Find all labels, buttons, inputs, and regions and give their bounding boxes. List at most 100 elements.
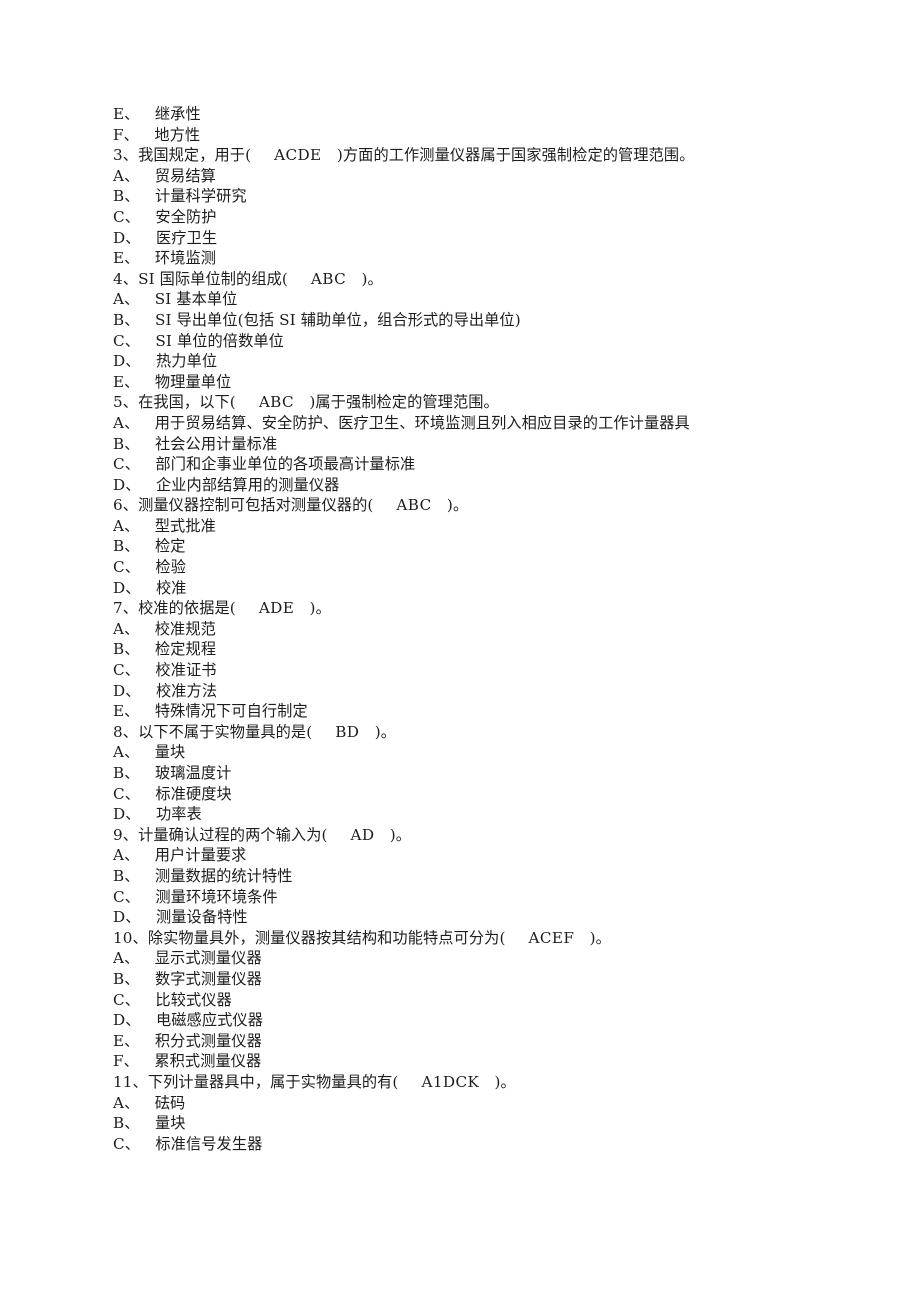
answer-option: E、 物理量单位 bbox=[113, 372, 813, 393]
answer-option: C、 校准证书 bbox=[113, 660, 813, 681]
option-text: 校准方法 bbox=[155, 681, 218, 700]
option-text: 地方性 bbox=[154, 125, 201, 144]
answer-option: B、 检定 bbox=[113, 536, 813, 557]
option-text: 功率表 bbox=[155, 805, 202, 824]
answer-option: B、 计量科学研究 bbox=[113, 186, 813, 207]
option-label: E、 bbox=[113, 372, 140, 391]
option-text: 显示式测量仪器 bbox=[154, 949, 262, 968]
answer-option: B、 玻璃温度计 bbox=[113, 763, 813, 784]
question-number: 4、 bbox=[113, 269, 139, 288]
option-label: E、 bbox=[113, 702, 140, 721]
option-text: 玻璃温度计 bbox=[154, 764, 232, 782]
question-number: 7、 bbox=[113, 599, 139, 618]
option-text: 企业内部结算用的测量仪器 bbox=[155, 475, 340, 494]
answer-key: BD bbox=[335, 722, 360, 741]
answer-option: A、 用户计量要求 bbox=[113, 845, 813, 866]
option-text: 特殊情况下可自行制定 bbox=[154, 702, 308, 721]
option-text: 继承性 bbox=[154, 105, 201, 123]
question-number: 8、 bbox=[113, 722, 139, 741]
answer-option: B、 社会公用计量标准 bbox=[113, 434, 813, 455]
question-text-after-answer: )。 bbox=[361, 269, 383, 288]
option-text: 检验 bbox=[155, 558, 186, 577]
answer-key: ACDE bbox=[274, 146, 322, 165]
answer-option: C、 标准信号发生器 bbox=[113, 1134, 813, 1155]
question-number: 10、 bbox=[113, 928, 148, 947]
answer-option: D、 热力单位 bbox=[113, 351, 813, 372]
question-text-after-answer: )方面的工作测量仪器属于国家强制检定的管理范围。 bbox=[336, 146, 695, 165]
option-text: 部门和企事业单位的各项最高计量标准 bbox=[155, 455, 416, 474]
option-text: 校准 bbox=[155, 578, 187, 597]
option-text: 量块 bbox=[154, 743, 186, 762]
option-text: 测量数据的统计特性 bbox=[154, 866, 293, 885]
option-text: 环境监测 bbox=[154, 249, 217, 268]
option-label: C、 bbox=[113, 784, 141, 803]
answer-option: E、 继承性 bbox=[113, 104, 813, 125]
option-text: SI 单位的倍数单位 bbox=[155, 331, 284, 350]
option-label: C、 bbox=[113, 331, 141, 350]
answer-key: ABC bbox=[310, 269, 347, 288]
question-number: 5、 bbox=[113, 393, 139, 412]
question-stem: 5、在我国，以下( ABC )属于强制检定的管理范围。 bbox=[113, 392, 813, 413]
question-text-after-answer: )。 bbox=[374, 722, 397, 741]
answer-option: A、 显示式测量仪器 bbox=[113, 948, 813, 969]
option-label: C、 bbox=[113, 207, 141, 226]
option-text: 数字式测量仪器 bbox=[154, 969, 262, 988]
option-text: 贸易结算 bbox=[154, 166, 216, 185]
option-text: 比较式仪器 bbox=[155, 990, 232, 1009]
answer-option: B、 测量数据的统计特性 bbox=[113, 866, 813, 887]
option-text: 用户计量要求 bbox=[154, 846, 247, 865]
option-text: 型式批准 bbox=[154, 516, 216, 535]
answer-option: C、 安全防护 bbox=[113, 207, 813, 228]
answer-option: D、 企业内部结算用的测量仪器 bbox=[113, 475, 813, 496]
answer-option: D、 电磁感应式仪器 bbox=[113, 1010, 813, 1031]
answer-option: E、 积分式测量仪器 bbox=[113, 1031, 813, 1052]
option-text: 校准规范 bbox=[154, 619, 216, 638]
question-stem: 9、计量确认过程的两个输入为( AD )。 bbox=[113, 825, 813, 846]
option-text: 计量科学研究 bbox=[154, 187, 247, 206]
question-text-before-answer: 下列计量器具中，属于实物量具的有( bbox=[147, 1072, 399, 1091]
option-text: 量块 bbox=[154, 1114, 186, 1133]
option-label: B、 bbox=[113, 187, 140, 206]
option-label: A、 bbox=[113, 743, 140, 762]
option-text: 物理量单位 bbox=[154, 372, 232, 391]
question-stem: 7、校准的依据是( ADE )。 bbox=[113, 598, 813, 619]
answer-option: D、 校准 bbox=[113, 578, 813, 599]
option-label: E、 bbox=[113, 105, 140, 123]
answer-option: B、 量块 bbox=[113, 1113, 813, 1134]
option-label: F、 bbox=[113, 125, 139, 144]
question-number: 9、 bbox=[113, 825, 139, 844]
option-label: C、 bbox=[113, 990, 141, 1009]
option-text: 标准硬度块 bbox=[155, 784, 232, 803]
option-label: A、 bbox=[113, 166, 140, 185]
answer-key: ABC bbox=[396, 496, 432, 515]
option-text: 累积式测量仪器 bbox=[154, 1052, 262, 1071]
question-stem: 6、测量仪器控制可包括对测量仪器的( ABC )。 bbox=[113, 495, 813, 516]
answer-key: ABC bbox=[258, 393, 295, 412]
answer-option: D、 功率表 bbox=[113, 804, 813, 825]
option-label: A、 bbox=[113, 619, 140, 638]
document-body: E、 继承性 F、 地方性 3、我国规定，用于( ACDE )方面的工作测量仪器属于… bbox=[113, 104, 813, 1154]
option-label: B、 bbox=[113, 310, 140, 329]
option-label: B、 bbox=[113, 866, 140, 885]
option-label: D、 bbox=[113, 805, 141, 824]
question-text-after-answer: )。 bbox=[389, 825, 412, 844]
option-label: B、 bbox=[113, 537, 140, 556]
document-page: E、 继承性 F、 地方性 3、我国规定，用于( ACDE )方面的工作测量仪器属于… bbox=[0, 0, 920, 1302]
answer-option: E、 特殊情况下可自行制定 bbox=[113, 701, 813, 722]
option-label: F、 bbox=[113, 1052, 139, 1071]
option-label: D、 bbox=[113, 681, 141, 700]
answer-option: A、 校准规范 bbox=[113, 619, 813, 640]
question-text-before-answer: SI 国际单位制的组成( bbox=[138, 269, 288, 288]
answer-option: E、 环境监测 bbox=[113, 248, 813, 269]
option-label: A、 bbox=[113, 516, 140, 535]
question-text-after-answer: )。 bbox=[494, 1072, 516, 1091]
question-stem: 11、下列计量器具中，属于实物量具的有( A1DCK )。 bbox=[113, 1072, 813, 1093]
answer-option: D、 医疗卫生 bbox=[113, 228, 813, 249]
answer-option: A、 型式批准 bbox=[113, 516, 813, 537]
answer-option: A、 砝码 bbox=[113, 1093, 813, 1114]
question-number: 11、 bbox=[113, 1072, 148, 1091]
question-text-before-answer: 以下不属于实物量具的是( bbox=[138, 722, 313, 741]
answer-option: C、 测量环境环境条件 bbox=[113, 887, 813, 908]
answer-key: AD bbox=[350, 825, 375, 844]
answer-option: C、 部门和企事业单位的各项最高计量标准 bbox=[113, 454, 813, 475]
